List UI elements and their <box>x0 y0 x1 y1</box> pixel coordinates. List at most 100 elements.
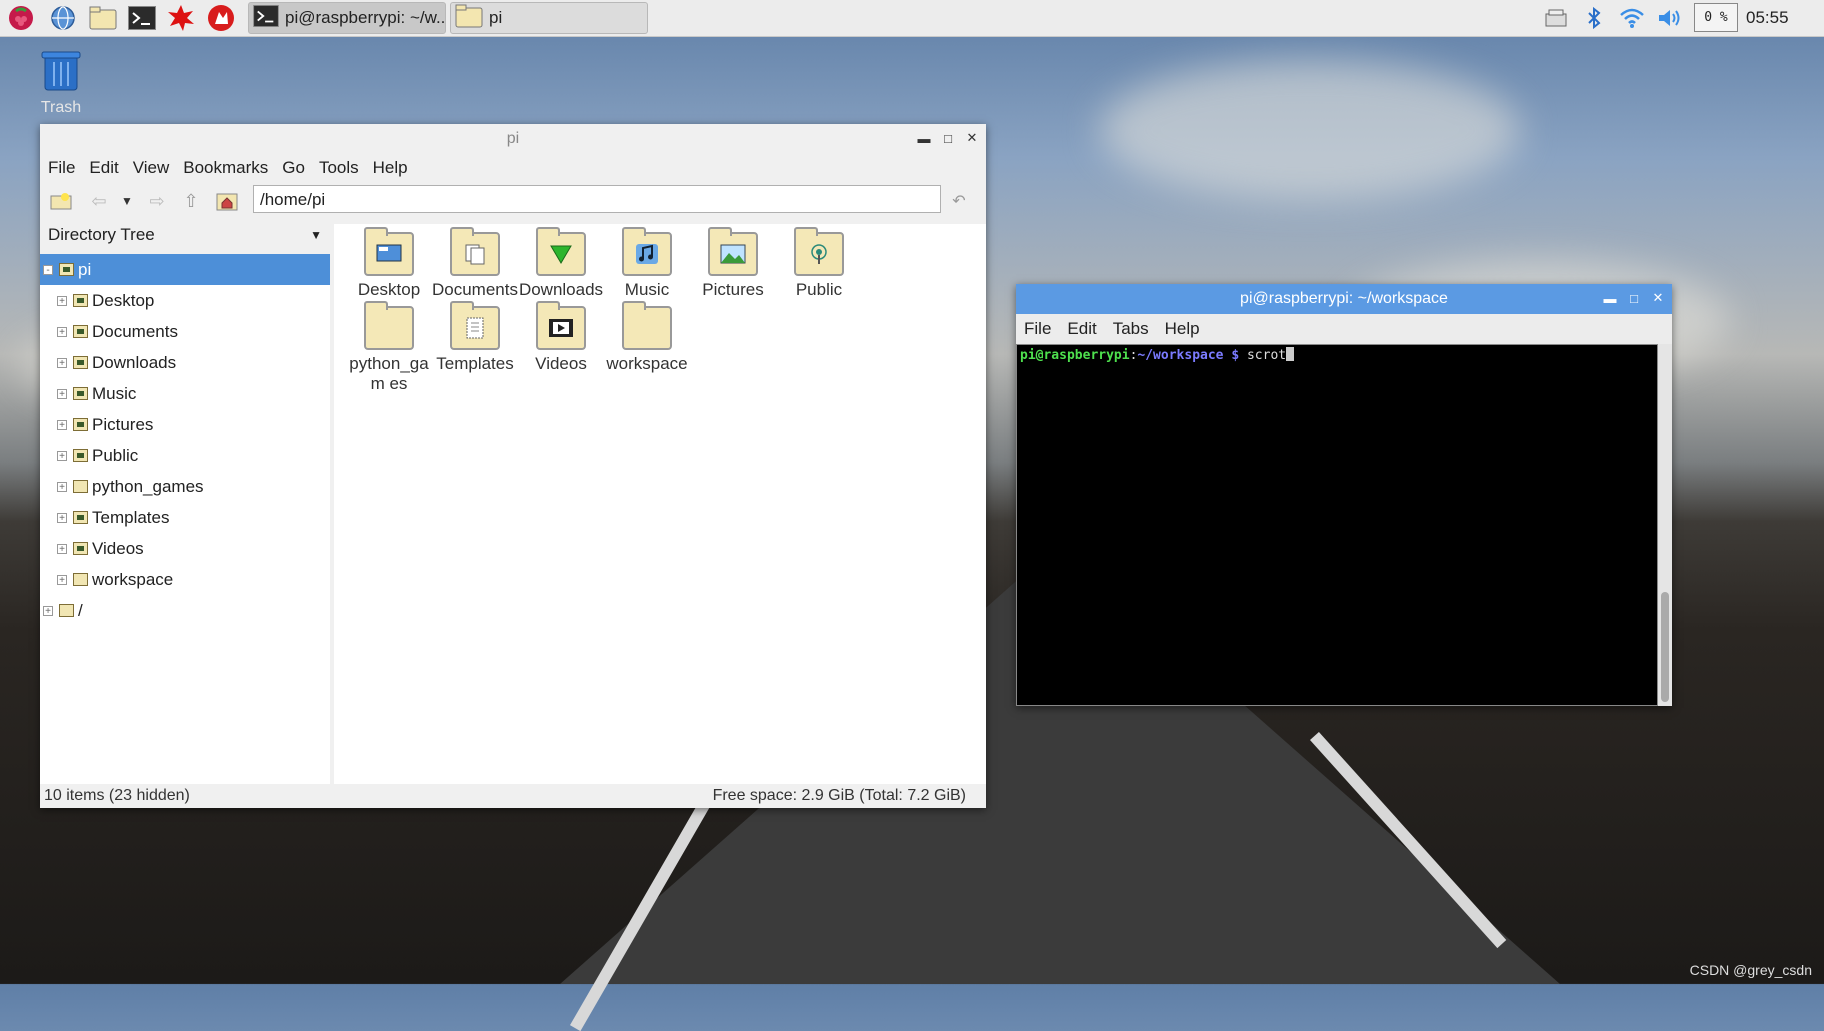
file-manager-titlebar[interactable]: pi ▬ □ ✕ <box>40 124 986 154</box>
documents-folder-icon <box>73 325 88 338</box>
file-item-python-games[interactable]: python_gam es <box>346 301 432 394</box>
minimize-icon[interactable]: ▬ <box>1602 290 1618 306</box>
go-icon[interactable]: ↶ <box>946 188 972 214</box>
file-icon-view: Desktop Documents Downloads Music Pictur… <box>334 224 986 784</box>
menu-tools[interactable]: Tools <box>319 158 359 178</box>
menu-file[interactable]: File <box>1024 319 1051 339</box>
menu-edit[interactable]: Edit <box>89 158 118 178</box>
maximize-icon[interactable]: □ <box>1626 290 1642 306</box>
expand-icon[interactable]: + <box>57 543 67 554</box>
expand-icon[interactable]: + <box>57 357 67 368</box>
text-cursor <box>1286 347 1295 361</box>
clock[interactable]: 05:55 <box>1746 8 1789 28</box>
prompt-user: pi@raspberrypi <box>1020 348 1130 363</box>
menu-help[interactable]: Help <box>373 158 408 178</box>
volume-icon[interactable] <box>1656 4 1686 32</box>
menu-edit[interactable]: Edit <box>1067 319 1096 339</box>
terminal-icon[interactable] <box>127 3 157 33</box>
raspberry-menu-icon[interactable] <box>6 3 36 33</box>
expand-icon[interactable]: + <box>57 326 67 337</box>
home-icon[interactable] <box>214 188 240 214</box>
menu-help[interactable]: Help <box>1165 319 1200 339</box>
file-item-pictures[interactable]: Pictures <box>690 227 776 300</box>
expand-icon[interactable]: + <box>57 512 67 523</box>
wifi-icon[interactable] <box>1618 4 1646 32</box>
expand-icon[interactable]: + <box>57 295 67 306</box>
file-manager-icon[interactable] <box>88 3 118 33</box>
terminal-titlebar[interactable]: pi@raspberrypi: ~/workspace ▬ □ ✕ <box>1016 284 1672 314</box>
public-folder-icon <box>73 449 88 462</box>
history-dropdown-icon[interactable]: ▼ <box>114 188 140 214</box>
folder-icon <box>622 301 672 350</box>
watermark: CSDN @grey_csdn <box>1689 962 1812 978</box>
terminal-icon <box>253 4 279 32</box>
wolfram-icon[interactable] <box>206 3 236 33</box>
up-icon[interactable]: ⇧ <box>178 188 204 214</box>
file-item-public[interactable]: Public <box>776 227 862 300</box>
tree-item-public[interactable]: + Public <box>40 440 330 471</box>
menu-bookmarks[interactable]: Bookmarks <box>183 158 268 178</box>
tree-item-pictures[interactable]: + Pictures <box>40 409 330 440</box>
folder-icon <box>455 4 483 33</box>
terminal-output[interactable]: pi@raspberrypi:~/workspace $ scrot <box>1016 344 1658 706</box>
file-item-desktop[interactable]: Desktop <box>346 227 432 300</box>
menubar: File Edit View Bookmarks Go Tools Help <box>40 154 986 182</box>
forward-icon[interactable]: ⇨ <box>144 188 170 214</box>
file-item-downloads[interactable]: Downloads <box>518 227 604 300</box>
menu-view[interactable]: View <box>133 158 170 178</box>
file-item-videos[interactable]: Videos <box>518 301 604 374</box>
terminal-window: pi@raspberrypi: ~/workspace ▬ □ ✕ File E… <box>1016 284 1672 706</box>
file-item-documents[interactable]: Documents <box>432 227 518 300</box>
task-file-manager[interactable]: pi <box>450 2 648 34</box>
keyboard-icon[interactable] <box>1542 4 1570 32</box>
math-icon[interactable] <box>166 3 196 33</box>
new-folder-icon[interactable] <box>48 188 74 214</box>
tree-item-workspace[interactable]: + workspace <box>40 564 330 595</box>
expand-icon[interactable]: + <box>57 450 67 461</box>
web-browser-icon[interactable] <box>48 3 78 33</box>
tree-item-python-games[interactable]: + python_games <box>40 471 330 502</box>
maximize-icon[interactable]: □ <box>940 130 956 146</box>
desktop-trash[interactable]: Trash <box>36 50 86 117</box>
sidebar-mode-select[interactable]: Directory Tree ▼ <box>40 218 330 252</box>
command-text: scrot <box>1239 348 1287 363</box>
file-item-music[interactable]: Music <box>604 227 690 300</box>
pictures-folder-icon <box>720 244 746 264</box>
item-count: 10 items (23 hidden) <box>44 787 190 804</box>
tree-item-pi[interactable]: - pi <box>40 254 330 285</box>
window-title: pi@raspberrypi: ~/workspace <box>1240 290 1448 307</box>
expand-icon[interactable]: + <box>57 419 67 430</box>
scrollbar-thumb[interactable] <box>1661 592 1669 702</box>
path-input[interactable]: /home/pi <box>253 185 941 213</box>
task-terminal[interactable]: pi@raspberrypi: ~/w... <box>248 2 446 34</box>
tree-item-music[interactable]: + Music <box>40 378 330 409</box>
tree-item-desktop[interactable]: + Desktop <box>40 285 330 316</box>
tree-item-downloads[interactable]: + Downloads <box>40 347 330 378</box>
terminal-menubar: File Edit Tabs Help <box>1016 314 1672 344</box>
tree-item-root[interactable]: + / <box>40 595 330 626</box>
bluetooth-icon[interactable] <box>1582 4 1606 32</box>
tree-item-documents[interactable]: + Documents <box>40 316 330 347</box>
expand-icon[interactable]: + <box>57 574 67 585</box>
menu-file[interactable]: File <box>48 158 75 178</box>
file-manager-window: pi ▬ □ ✕ File Edit View Bookmarks Go Too… <box>40 124 986 808</box>
file-item-workspace[interactable]: workspace <box>604 301 690 374</box>
menu-go[interactable]: Go <box>282 158 305 178</box>
expand-icon[interactable]: + <box>57 388 67 399</box>
expand-icon[interactable]: + <box>57 481 67 492</box>
menu-tabs[interactable]: Tabs <box>1113 319 1149 339</box>
templates-folder-icon <box>73 511 88 524</box>
close-icon[interactable]: ✕ <box>1650 290 1666 306</box>
expand-icon[interactable]: + <box>43 605 53 616</box>
close-icon[interactable]: ✕ <box>964 130 980 146</box>
templates-folder-icon <box>466 317 484 339</box>
scrollbar[interactable] <box>1658 344 1672 706</box>
cpu-monitor[interactable]: 0 % <box>1694 3 1738 32</box>
tree-item-templates[interactable]: + Templates <box>40 502 330 533</box>
collapse-icon[interactable]: - <box>43 264 53 275</box>
file-item-templates[interactable]: Templates <box>432 301 518 374</box>
minimize-icon[interactable]: ▬ <box>916 130 932 146</box>
desktop-folder-icon <box>376 244 402 262</box>
back-icon[interactable]: ⇦ <box>86 188 112 214</box>
tree-item-videos[interactable]: + Videos <box>40 533 330 564</box>
